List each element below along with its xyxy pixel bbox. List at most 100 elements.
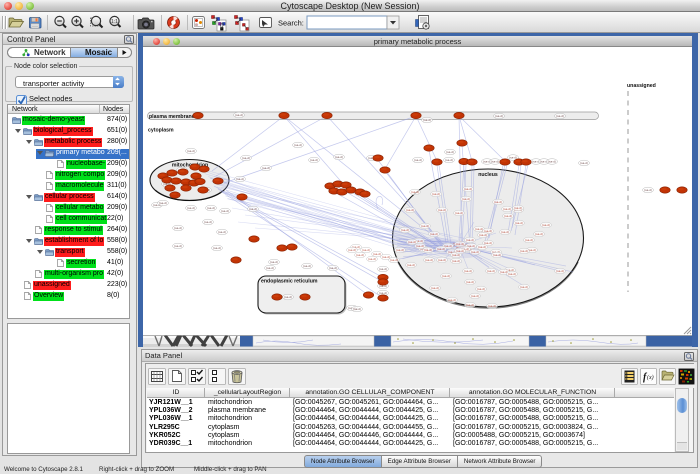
svg-text:(sa-d): (sa-d)	[406, 208, 414, 212]
svg-text:(sa-d): (sa-d)	[348, 248, 356, 252]
svg-text:(sa-d): (sa-d)	[464, 187, 472, 191]
svg-text:(sa-d): (sa-d)	[448, 298, 456, 302]
svg-text:(sa-d): (sa-d)	[353, 307, 361, 311]
svg-text:(sa-d): (sa-d)	[362, 248, 370, 252]
svg-text:(sa-d): (sa-d)	[556, 114, 564, 118]
svg-text:(sa-d): (sa-d)	[455, 211, 463, 215]
svg-text:(sa-d): (sa-d)	[236, 177, 244, 181]
svg-text:(sa-d): (sa-d)	[466, 280, 474, 284]
svg-text:(sa-d): (sa-d)	[644, 188, 652, 192]
svg-text:(sa-d): (sa-d)	[464, 269, 472, 273]
svg-text:(sa-d): (sa-d)	[187, 149, 195, 153]
svg-text:(sa-d): (sa-d)	[303, 264, 311, 268]
svg-text:(sa-d): (sa-d)	[494, 200, 502, 204]
svg-text:(sa-d): (sa-d)	[213, 246, 221, 250]
svg-text:(sa-d): (sa-d)	[379, 267, 387, 271]
svg-text:1:1: 1:1	[111, 19, 118, 25]
svg-text:nucleus: nucleus	[478, 172, 498, 178]
svg-text:(sa-d): (sa-d)	[504, 214, 512, 218]
svg-text:(sa-d): (sa-d)	[509, 156, 517, 160]
svg-text:(sa-d): (sa-d)	[446, 150, 454, 154]
svg-text:(sa-d): (sa-d)	[294, 143, 302, 147]
svg-text:unassigned: unassigned	[627, 83, 656, 89]
svg-text:(sa-d): (sa-d)	[396, 248, 404, 252]
svg-text:(sa-d): (sa-d)	[535, 232, 543, 236]
svg-text:(sa-d): (sa-d)	[414, 158, 422, 162]
svg-text:(sa-d): (sa-d)	[471, 294, 479, 298]
svg-text:(sa-d): (sa-d)	[430, 232, 438, 236]
svg-text:(sa-d): (sa-d)	[508, 272, 516, 276]
svg-text:(sa-d): (sa-d)	[174, 226, 182, 230]
svg-text:(sa-d): (sa-d)	[432, 192, 440, 196]
svg-text:(sa-d): (sa-d)	[503, 207, 511, 211]
svg-text:(sa-d): (sa-d)	[475, 227, 483, 231]
svg-text:(sa-d): (sa-d)	[556, 269, 564, 273]
svg-text:(sa-d): (sa-d)	[520, 285, 528, 289]
svg-text:(sa-d): (sa-d)	[368, 257, 376, 261]
svg-text:(sa-d): (sa-d)	[487, 269, 495, 273]
svg-text:(sa-d): (sa-d)	[421, 224, 429, 228]
svg-text:(sa-d): (sa-d)	[466, 303, 474, 307]
svg-text:(sa-d): (sa-d)	[438, 258, 446, 262]
svg-text:(sa-d): (sa-d)	[284, 295, 292, 299]
svg-text:(sa-d): (sa-d)	[525, 238, 533, 242]
svg-text:(sa-d): (sa-d)	[437, 247, 445, 251]
svg-text:(sa-d): (sa-d)	[425, 258, 433, 262]
svg-text:(sa-d): (sa-d)	[548, 160, 556, 164]
svg-text:cytoplasm: cytoplasm	[148, 128, 174, 134]
svg-text:(sa-d): (sa-d)	[221, 209, 229, 213]
svg-text:(sa-d): (sa-d)	[390, 258, 398, 262]
svg-text:(sa-d): (sa-d)	[471, 250, 479, 254]
svg-text:(sa-d): (sa-d)	[373, 252, 381, 256]
svg-text:(x): (x)	[647, 374, 654, 381]
svg-text:(sa-d): (sa-d)	[495, 114, 503, 118]
svg-text:(sa-d): (sa-d)	[401, 228, 409, 232]
svg-text:(sa-d): (sa-d)	[218, 230, 226, 234]
svg-text:(sa-d): (sa-d)	[270, 260, 278, 264]
svg-text:(sa-d): (sa-d)	[249, 207, 257, 211]
svg-text:(sa-d): (sa-d)	[356, 253, 364, 257]
svg-text:(sa-d): (sa-d)	[242, 156, 250, 160]
svg-text:(sa-d): (sa-d)	[580, 161, 588, 165]
svg-text:(sa-d): (sa-d)	[408, 240, 416, 244]
svg-text:(sa-d): (sa-d)	[515, 221, 523, 225]
svg-text:(sa-d): (sa-d)	[520, 249, 528, 253]
svg-text:(sa-d): (sa-d)	[416, 244, 424, 248]
svg-text:(sa-d): (sa-d)	[235, 113, 243, 117]
svg-text:(sa-d): (sa-d)	[488, 304, 496, 308]
svg-text:(sa-d): (sa-d)	[207, 206, 215, 210]
svg-text:(sa-d): (sa-d)	[174, 244, 182, 248]
svg-text:(sa-d): (sa-d)	[514, 206, 522, 210]
svg-text:(sa-d): (sa-d)	[310, 158, 318, 162]
svg-text:(sa-d): (sa-d)	[491, 160, 499, 164]
svg-text:(sa-d): (sa-d)	[266, 266, 274, 270]
svg-text:(sa-d): (sa-d)	[445, 158, 453, 162]
svg-text:(sa-d): (sa-d)	[452, 259, 460, 263]
svg-text:(sa-d): (sa-d)	[335, 155, 343, 159]
svg-text:(sa-d): (sa-d)	[462, 197, 470, 201]
svg-text:(sa-d): (sa-d)	[431, 286, 439, 290]
svg-text:(sa-d): (sa-d)	[438, 208, 446, 212]
svg-text:(sa-d): (sa-d)	[424, 248, 432, 252]
svg-text:(sa-d): (sa-d)	[501, 230, 509, 234]
svg-text:(sa-d): (sa-d)	[477, 287, 485, 291]
svg-text:(sa-d): (sa-d)	[204, 220, 212, 224]
svg-text:(sa-d): (sa-d)	[159, 201, 167, 205]
svg-text:plasma membrane: plasma membrane	[149, 114, 195, 120]
svg-text:(sa-d): (sa-d)	[262, 166, 270, 170]
svg-text:(sa-d): (sa-d)	[423, 118, 431, 122]
svg-text:(sa-d): (sa-d)	[329, 266, 337, 270]
svg-text:(sa-d): (sa-d)	[407, 263, 415, 267]
svg-text:(sa-d): (sa-d)	[478, 245, 486, 249]
svg-text:(sa-d): (sa-d)	[442, 274, 450, 278]
svg-text:(sa-d): (sa-d)	[466, 238, 474, 242]
svg-text:(sa-d): (sa-d)	[493, 253, 501, 257]
svg-text:(sa-d): (sa-d)	[479, 233, 487, 237]
svg-text:endoplasmic reticulum: endoplasmic reticulum	[261, 279, 318, 285]
svg-text:(sa-d): (sa-d)	[456, 242, 464, 246]
svg-text:(sa-d): (sa-d)	[187, 206, 195, 210]
svg-text:(sa-d): (sa-d)	[411, 190, 419, 194]
svg-text:Search:: Search:	[278, 19, 304, 28]
svg-text:(sa-d): (sa-d)	[456, 249, 464, 253]
svg-text:(sa-d): (sa-d)	[542, 223, 550, 227]
